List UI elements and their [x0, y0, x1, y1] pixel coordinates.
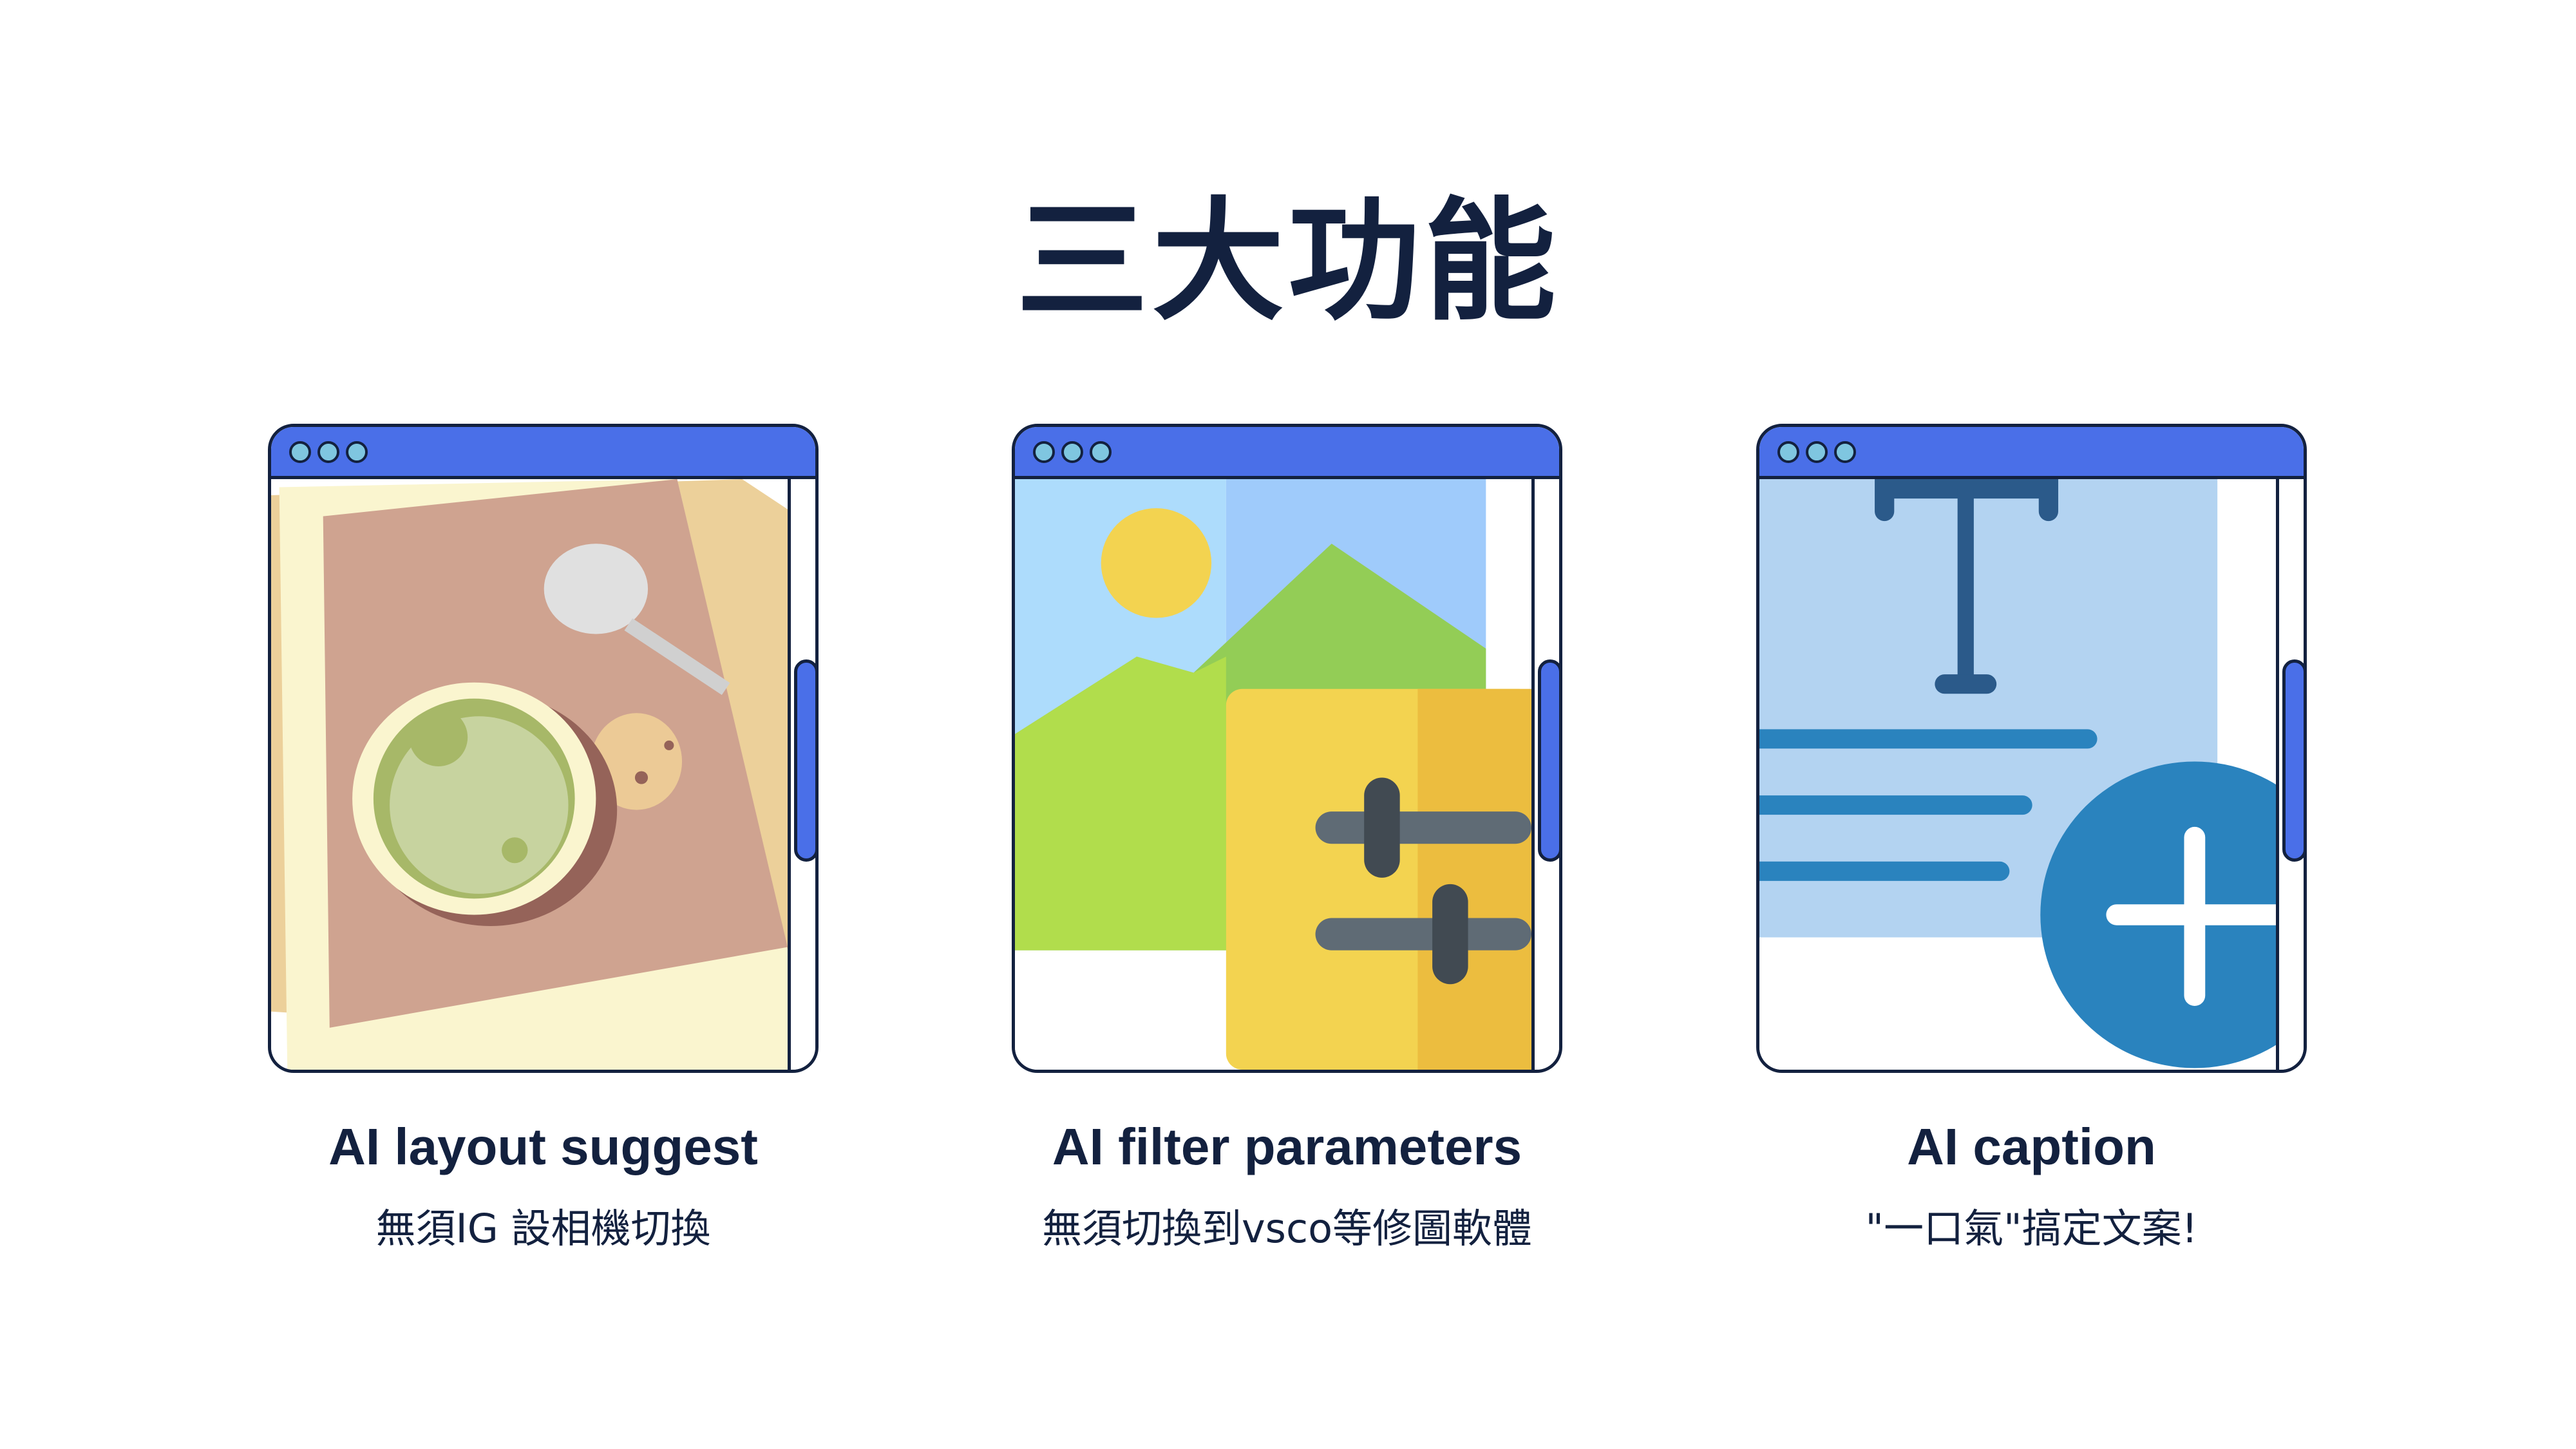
- feature-window-layout: [268, 424, 819, 1073]
- feature-window-caption: [1756, 424, 2307, 1073]
- window-titlebar: [1759, 427, 2304, 479]
- window-titlebar: [271, 427, 815, 479]
- text-add-illustration: [1759, 479, 2279, 1070]
- window-dot-icon: [1090, 441, 1112, 463]
- page-title: 三大功能: [1016, 185, 1560, 339]
- window-dot-icon: [1777, 441, 1799, 463]
- scrollbar[interactable]: [788, 479, 815, 1070]
- scrollbar-thumb[interactable]: [1538, 659, 1559, 862]
- window-dot-icon: [1061, 441, 1083, 463]
- window-dot-icon: [1834, 441, 1856, 463]
- feature-title: AI layout suggest: [328, 1118, 758, 1175]
- window-titlebar: [1015, 427, 1559, 479]
- feature-subtitle: 無須切換到vsco等修圖軟體: [1041, 1205, 1532, 1252]
- scrollbar[interactable]: [1531, 479, 1559, 1070]
- coffee-cup-photo-illustration: [271, 479, 791, 1070]
- feature-caption: AI layout suggest 無須IG 設相機切換: [268, 1117, 819, 1254]
- scrollbar[interactable]: [2276, 479, 2304, 1070]
- scrollbar-thumb[interactable]: [794, 659, 815, 862]
- window-dot-icon: [1806, 441, 1828, 463]
- feature-caption: AI caption "一口氣"搞定文案!: [1756, 1117, 2307, 1254]
- feature-title: AI caption: [1907, 1118, 2156, 1175]
- window-dot-icon: [317, 441, 339, 463]
- image-adjust-sliders-illustration: [1015, 479, 1535, 1070]
- window-dot-icon: [289, 441, 311, 463]
- feature-window-filter: [1012, 424, 1562, 1073]
- feature-subtitle: "一口氣"搞定文案!: [1865, 1205, 2198, 1252]
- window-dot-icon: [1033, 441, 1055, 463]
- window-dot-icon: [346, 441, 368, 463]
- feature-caption: AI filter parameters 無須切換到vsco等修圖軟體: [1012, 1117, 1562, 1254]
- scrollbar-thumb[interactable]: [2282, 659, 2304, 862]
- feature-title: AI filter parameters: [1052, 1118, 1522, 1175]
- feature-subtitle: 無須IG 設相機切換: [375, 1205, 711, 1252]
